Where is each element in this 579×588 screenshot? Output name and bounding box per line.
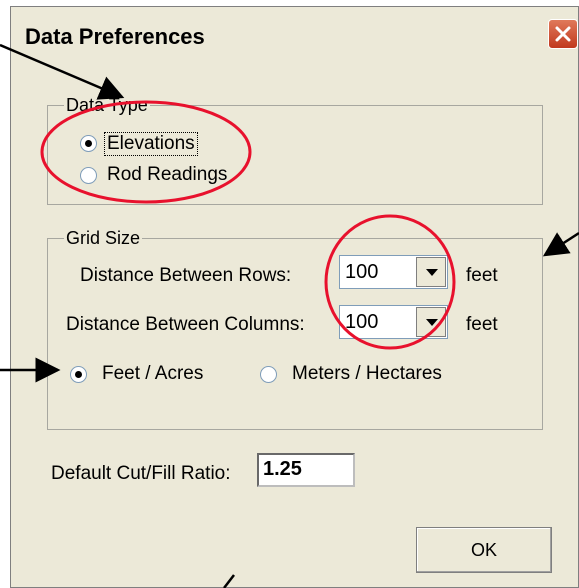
rows-dropdown-button[interactable] <box>416 257 446 287</box>
rows-combo[interactable]: 100 <box>339 255 448 289</box>
close-button[interactable] <box>548 19 578 49</box>
grid-size-group: Grid Size Distance Between Rows: 100 fee… <box>47 228 543 430</box>
data-type-legend: Data Type <box>64 95 150 116</box>
radio-meters-hectares-label[interactable]: Meters / Hectares <box>292 363 442 385</box>
radio-feet-acres-button[interactable] <box>70 366 87 383</box>
rows-value: 100 <box>345 261 379 283</box>
cut-fill-input[interactable] <box>259 455 357 484</box>
rows-label: Distance Between Rows: <box>80 265 292 286</box>
data-type-group: Data Type Elevations Rod Readings <box>47 95 543 205</box>
cut-fill-label: Default Cut/Fill Ratio: <box>51 463 231 484</box>
cut-fill-field[interactable] <box>257 453 357 487</box>
cols-dropdown-button[interactable] <box>416 307 446 337</box>
radio-rod-readings-button[interactable] <box>80 167 97 184</box>
cols-value: 100 <box>345 311 379 333</box>
cols-combo[interactable]: 100 <box>339 305 448 339</box>
radio-elevations-label[interactable]: Elevations <box>104 132 198 156</box>
rows-unit: feet <box>466 265 498 286</box>
radio-feet-acres-label[interactable]: Feet / Acres <box>102 363 203 385</box>
cols-label: Distance Between Columns: <box>66 314 305 335</box>
close-icon <box>555 26 571 42</box>
radio-meters-hectares-button[interactable] <box>260 366 277 383</box>
cols-unit: feet <box>466 314 498 335</box>
chevron-down-icon <box>426 269 438 276</box>
title-bar[interactable]: Data Preferences <box>11 7 578 63</box>
chevron-down-icon <box>426 319 438 326</box>
data-preferences-dialog: Data Preferences Data Type Elevations Ro… <box>10 6 579 588</box>
dialog-title: Data Preferences <box>25 24 205 49</box>
radio-rod-readings-label[interactable]: Rod Readings <box>107 164 227 186</box>
ok-button[interactable]: OK <box>416 527 552 573</box>
radio-elevations-button[interactable] <box>80 135 97 152</box>
grid-size-legend: Grid Size <box>64 228 143 249</box>
